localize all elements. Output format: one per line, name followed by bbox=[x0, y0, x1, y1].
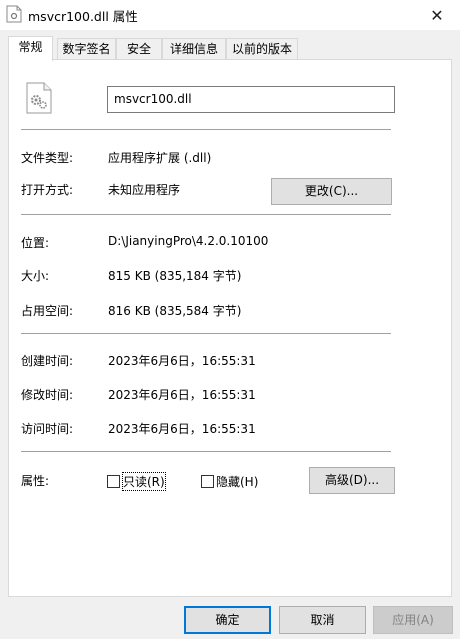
divider bbox=[21, 129, 391, 130]
tab-general[interactable]: 常规 bbox=[8, 36, 53, 61]
size-value: 815 KB (835,184 字节) bbox=[108, 269, 242, 283]
divider bbox=[21, 333, 391, 334]
tab-details[interactable]: 详细信息 bbox=[162, 38, 226, 59]
general-panel: msvcr100.dll 文件类型: 应用程序扩展 (.dll) 打开方式: 未… bbox=[8, 59, 452, 597]
close-icon: ✕ bbox=[430, 5, 444, 25]
modified-value: 2023年6月6日，16:55:31 bbox=[108, 388, 256, 402]
location-value: D:\JianyingPro\4.2.0.10100 bbox=[108, 234, 269, 248]
created-value: 2023年6月6日，16:55:31 bbox=[108, 354, 256, 368]
window-title: msvcr100.dll 属性 bbox=[28, 9, 138, 24]
location-label: 位置: bbox=[21, 236, 50, 250]
created-label: 创建时间: bbox=[21, 354, 74, 368]
opens-with-value: 未知应用程序 bbox=[108, 183, 181, 197]
cancel-button[interactable]: 取消 bbox=[279, 606, 366, 634]
apply-button[interactable]: 应用(A) bbox=[373, 606, 453, 634]
advanced-button[interactable]: 高级(D)... bbox=[309, 467, 395, 494]
file-name-field[interactable]: msvcr100.dll bbox=[107, 86, 395, 113]
opens-with-label: 打开方式: bbox=[21, 183, 74, 197]
tab-security[interactable]: 安全 bbox=[116, 38, 162, 59]
accessed-value: 2023年6月6日，16:55:31 bbox=[108, 422, 256, 436]
divider bbox=[21, 214, 391, 215]
file-icon bbox=[6, 5, 22, 23]
readonly-checkbox[interactable] bbox=[107, 475, 120, 488]
tab-digital-signatures[interactable]: 数字签名 bbox=[57, 38, 116, 59]
accessed-label: 访问时间: bbox=[21, 422, 74, 436]
close-button[interactable]: ✕ bbox=[414, 0, 460, 30]
readonly-label[interactable]: 只读(R) bbox=[122, 472, 166, 491]
size-on-disk-value: 816 KB (835,584 字节) bbox=[108, 304, 242, 318]
size-on-disk-label: 占用空间: bbox=[21, 304, 74, 318]
attributes-label: 属性: bbox=[21, 474, 50, 488]
title-bar: msvcr100.dll 属性 ✕ bbox=[0, 0, 460, 30]
change-button[interactable]: 更改(C)... bbox=[271, 178, 392, 205]
ok-button[interactable]: 确定 bbox=[184, 606, 271, 634]
hidden-label[interactable]: 隐藏(H) bbox=[216, 473, 258, 490]
dll-file-icon bbox=[25, 82, 53, 114]
divider bbox=[21, 451, 391, 452]
size-label: 大小: bbox=[21, 269, 50, 283]
file-type-value: 应用程序扩展 (.dll) bbox=[108, 151, 212, 165]
modified-label: 修改时间: bbox=[21, 388, 74, 402]
hidden-checkbox[interactable] bbox=[201, 475, 214, 488]
file-type-label: 文件类型: bbox=[21, 151, 74, 165]
tab-previous-versions[interactable]: 以前的版本 bbox=[226, 38, 298, 59]
